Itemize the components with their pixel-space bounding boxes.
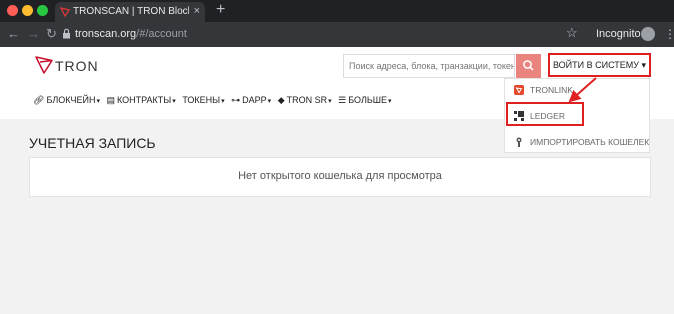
nav-item-tron-sr[interactable]: ◆ TRON SR▾	[278, 95, 332, 106]
gamepad-icon: ⊶	[231, 95, 241, 105]
tab-title: TRONSCAN | TRON BlockChain	[73, 6, 189, 17]
login-button[interactable]: ВОЙТИ В СИСТЕМУ ▾	[548, 53, 651, 77]
document-icon: ▤	[106, 95, 116, 105]
chevron-down-icon: ▾	[388, 98, 392, 105]
search-icon	[523, 60, 534, 71]
link-icon: 🔗︎	[33, 95, 45, 105]
url-host: tronscan.org	[75, 28, 137, 40]
browser-menu-icon[interactable]: ⋮	[664, 27, 674, 41]
nav-item-label: БОЛЬШЕ	[348, 95, 388, 105]
nav-item-label: DAPP	[242, 95, 267, 105]
tronlink-icon	[514, 85, 524, 95]
browser-tab-bar: TRONSCAN | TRON BlockChain × +	[0, 0, 674, 22]
empty-wallet-message: Нет открытого кошелька для просмотра	[238, 170, 442, 182]
tab-close-icon[interactable]: ×	[194, 5, 200, 17]
nav-item-label: ТОКЕНЫ	[182, 95, 221, 105]
search-input[interactable]	[343, 54, 515, 78]
incognito-label: Incognito	[596, 28, 641, 40]
nav-item-contracts[interactable]: ▤ КОНТРАКТЫ▾	[107, 95, 176, 106]
chevron-down-icon: ▾	[328, 98, 332, 105]
nav-item-label: КОНТРАКТЫ	[117, 95, 172, 105]
nav-item-dapp[interactable]: ⊶ DAPP▾	[231, 95, 271, 106]
menu-item-import-wallet[interactable]: ИМПОРТИРОВАТЬ КОШЕЛЕК	[505, 131, 651, 153]
tron-favicon-icon	[60, 7, 70, 17]
nav-item-tokens[interactable]: ТОКЕНЫ▾	[182, 95, 224, 105]
browser-tab[interactable]: TRONSCAN | TRON BlockChain ×	[55, 2, 205, 22]
list-icon: ☰	[338, 95, 347, 105]
key-icon	[516, 137, 522, 147]
back-arrow-icon[interactable]: ←	[7, 26, 20, 41]
address-bar[interactable]: tronscan.org/#/account	[75, 28, 187, 40]
tron-logo-icon[interactable]	[34, 55, 54, 75]
incognito-icon[interactable]	[641, 27, 655, 41]
main-nav: 🔗︎ БЛОКЧЕЙН▾ ▤ КОНТРАКТЫ▾ ТОКЕНЫ▾ ⊶ DAPP▾ ◆…	[33, 95, 396, 106]
nav-item-label: TRON SR	[286, 95, 328, 105]
bookmark-star-icon[interactable]: ☆	[566, 25, 578, 41]
nav-item-blockchain[interactable]: 🔗︎ БЛОКЧЕЙН▾	[33, 95, 100, 106]
chevron-down-icon: ▾	[221, 98, 225, 105]
browser-toolbar: ← → ↻ tronscan.org/#/account ☆ Incognito…	[0, 22, 674, 47]
page-title: УЧЕТНАЯ ЗАПИСЬ	[29, 135, 156, 151]
close-window-button[interactable]	[7, 5, 18, 16]
maximize-window-button[interactable]	[37, 5, 48, 16]
nav-item-more[interactable]: ☰ БОЛЬШЕ▾	[338, 95, 391, 106]
new-tab-button[interactable]: +	[216, 1, 225, 19]
menu-item-label: TRONLINK	[530, 85, 573, 95]
lock-icon	[63, 28, 70, 39]
logo-text[interactable]: TRON	[55, 58, 99, 74]
forward-arrow-icon[interactable]: →	[27, 26, 40, 41]
ledger-highlight-box	[506, 102, 584, 126]
nav-item-label: БЛОКЧЕЙН	[46, 95, 96, 105]
chevron-down-icon: ▾	[172, 98, 176, 105]
shield-icon: ◆	[277, 95, 285, 105]
menu-item-tronlink[interactable]: TRONLINK	[505, 79, 651, 101]
chevron-down-icon: ▾	[96, 98, 100, 105]
account-card: Нет открытого кошелька для просмотра	[29, 157, 651, 197]
reload-icon[interactable]: ↻	[46, 26, 57, 42]
search-button[interactable]	[516, 54, 541, 78]
menu-item-label: ИМПОРТИРОВАТЬ КОШЕЛЕК	[530, 137, 650, 147]
minimize-window-button[interactable]	[22, 5, 33, 16]
url-path: /#/account	[136, 28, 187, 40]
chevron-down-icon: ▾	[267, 98, 272, 105]
